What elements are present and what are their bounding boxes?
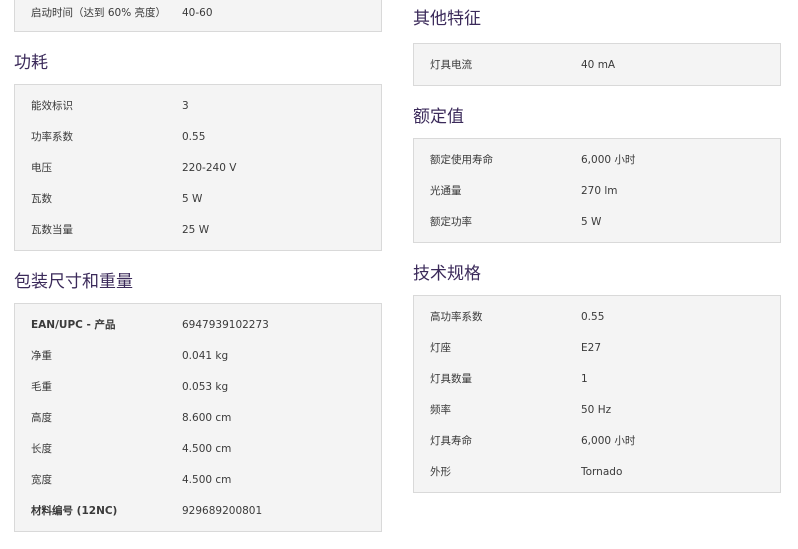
spec-value: E27	[581, 341, 601, 354]
spec-row: 灯座 E27	[414, 332, 780, 363]
spec-row: 灯具寿命 6,000 小时	[414, 425, 780, 456]
spec-label: 瓦数	[31, 193, 52, 205]
spec-value: 0.041 kg	[182, 349, 229, 362]
spec-row: 频率 50 Hz	[414, 394, 780, 425]
startup-card: 启动时间（达到 60% 亮度） 40-60	[14, 0, 382, 32]
spec-row: 功率系数 0.55	[15, 121, 381, 152]
spec-label: 光通量	[430, 185, 462, 197]
spec-label: 材料编号 (12NC)	[31, 505, 118, 517]
section-title-power: 功耗	[14, 53, 48, 73]
spec-label: 频率	[430, 404, 451, 416]
right-column: 其他特征 灯具电流 40 mA 额定值 额定使用寿命 6,000 小时 光通量 …	[413, 8, 781, 493]
spec-value: 0.55	[581, 310, 605, 323]
spec-row: 光通量 270 lm	[414, 175, 780, 206]
spec-label: 高度	[31, 412, 52, 424]
spec-value: 220-240 V	[182, 161, 237, 174]
spec-row: 长度 4.500 cm	[15, 433, 381, 464]
spec-label: 灯座	[430, 342, 451, 354]
spec-label: 外形	[430, 466, 451, 478]
spec-value: 6,000 小时	[581, 154, 636, 166]
spec-label: 启动时间（达到 60% 亮度）	[31, 7, 167, 19]
rated-card: 额定使用寿命 6,000 小时 光通量 270 lm 额定功率 5 W	[413, 138, 781, 243]
spec-value: 6947939102273	[182, 318, 269, 331]
spec-row: 能效标识 3	[15, 90, 381, 121]
spec-label: 额定使用寿命	[430, 154, 493, 166]
spec-value: 6,000 小时	[581, 435, 636, 447]
spec-label: 能效标识	[31, 100, 73, 112]
spec-label: 高功率系数	[430, 311, 483, 323]
spec-value: 0.55	[182, 130, 206, 143]
spec-row: 高功率系数 0.55	[414, 301, 780, 332]
spec-value: 1	[581, 372, 588, 385]
spec-row: 额定使用寿命 6,000 小时	[414, 144, 780, 175]
spec-label: 净重	[31, 350, 52, 362]
spec-row: 启动时间（达到 60% 亮度） 40-60	[15, 0, 381, 28]
spec-row: 材料编号 (12NC) 929689200801	[15, 495, 381, 526]
packaging-card: EAN/UPC - 产品 6947939102273 净重 0.041 kg 毛…	[14, 303, 382, 532]
spec-label: 灯具寿命	[430, 435, 472, 447]
spec-label: 毛重	[31, 381, 52, 393]
spec-value: 270 lm	[581, 184, 618, 197]
spec-label: 电压	[31, 162, 52, 174]
spec-label: 额定功率	[430, 216, 472, 228]
spec-row: 宽度 4.500 cm	[15, 464, 381, 495]
spec-label: 功率系数	[31, 131, 73, 143]
spec-value: 40 mA	[581, 58, 616, 71]
spec-row: 灯具数量 1	[414, 363, 780, 394]
left-column: 启动时间（达到 60% 亮度） 40-60 功耗 能效标识 3 功率系数 0.5…	[14, 0, 382, 532]
spec-row: 瓦数 5 W	[15, 183, 381, 214]
spec-label: 灯具数量	[430, 373, 472, 385]
other-card: 灯具电流 40 mA	[413, 43, 781, 86]
section-title-tech: 技术规格	[413, 264, 481, 284]
tech-card: 高功率系数 0.55 灯座 E27 灯具数量 1 频率 50 Hz 灯具寿命 6…	[413, 295, 781, 493]
spec-value: 5 W	[581, 215, 602, 228]
spec-value: Tornado	[581, 465, 623, 478]
spec-value: 0.053 kg	[182, 380, 229, 393]
spec-row: EAN/UPC - 产品 6947939102273	[15, 309, 381, 340]
power-card: 能效标识 3 功率系数 0.55 电压 220-240 V 瓦数 5 W 瓦数当…	[14, 84, 382, 251]
spec-value: 50 Hz	[581, 403, 612, 416]
spec-row: 电压 220-240 V	[15, 152, 381, 183]
spec-value: 5 W	[182, 192, 203, 205]
spec-row: 毛重 0.053 kg	[15, 371, 381, 402]
spec-label: 瓦数当量	[31, 224, 73, 236]
spec-label: 长度	[31, 443, 52, 455]
spec-value: 929689200801	[182, 504, 263, 517]
spec-value: 25 W	[182, 223, 210, 236]
spec-value: 3	[182, 99, 189, 112]
spec-row: 灯具电流 40 mA	[414, 49, 780, 80]
spec-row: 外形 Tornado	[414, 456, 780, 487]
spec-row: 净重 0.041 kg	[15, 340, 381, 371]
spec-row: 额定功率 5 W	[414, 206, 780, 237]
spec-row: 瓦数当量 25 W	[15, 214, 381, 245]
section-title-packaging: 包装尺寸和重量	[14, 272, 133, 292]
spec-value: 8.600 cm	[182, 411, 232, 424]
section-title-other: 其他特征	[413, 9, 481, 29]
section-title-rated: 额定值	[413, 107, 464, 127]
spec-value: 4.500 cm	[182, 442, 232, 455]
spec-label: 宽度	[31, 474, 52, 486]
spec-label: 灯具电流	[430, 59, 472, 71]
spec-label: EAN/UPC - 产品	[31, 319, 116, 331]
spec-value: 40-60	[182, 6, 213, 19]
spec-row: 高度 8.600 cm	[15, 402, 381, 433]
spec-value: 4.500 cm	[182, 473, 232, 486]
